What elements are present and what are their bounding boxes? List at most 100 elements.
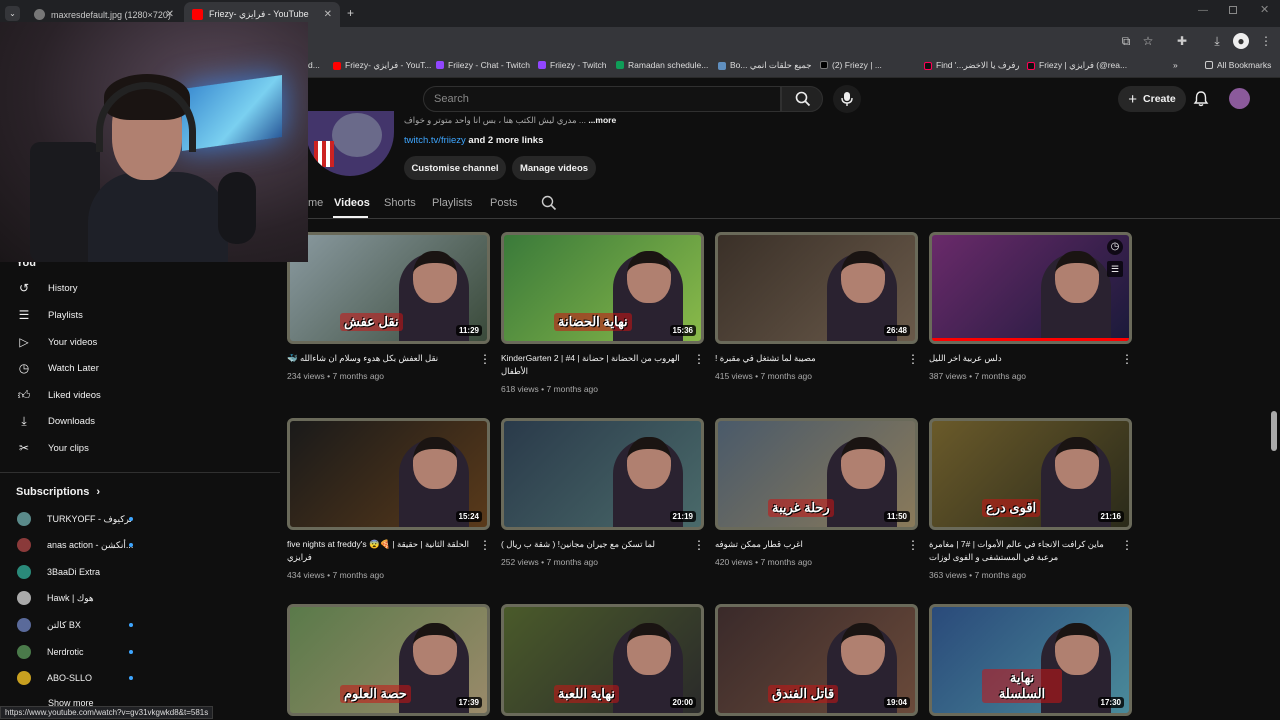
bookmark-item[interactable]: Ramadan schedule...	[616, 60, 708, 70]
video-title[interactable]: five nights at freddy's 😨🍕 | الحلقة الثا…	[287, 538, 472, 564]
tab-shorts[interactable]: Shorts	[384, 197, 416, 209]
webcam-microphone	[218, 172, 256, 244]
subscription-item[interactable]: ABO-SLLO	[0, 666, 280, 690]
more-actions-icon[interactable]: ⋮	[693, 352, 705, 366]
star-icon[interactable]: ☆	[1140, 33, 1156, 49]
profile-icon[interactable]: ●	[1233, 33, 1249, 49]
video-thumbnail[interactable]: رحلة غريبة 11:50	[715, 418, 918, 530]
sidebar-item-watch-later[interactable]: ◷ Watch Later	[0, 355, 280, 381]
minimize-icon[interactable]: —	[1198, 5, 1208, 16]
page-scrollbar[interactable]	[1271, 411, 1277, 451]
customise-channel-button[interactable]: Customise channel	[404, 156, 506, 180]
tab-playlists[interactable]: Playlists	[432, 197, 472, 209]
add-to-queue-icon[interactable]: ☰	[1107, 261, 1123, 277]
thumbnail-overlay-text: نهاية الحضانة	[554, 313, 632, 331]
sidebar-item-label: History	[48, 282, 78, 294]
bookmark-item[interactable]: Find '...رفرف يا الاخضر	[924, 60, 1019, 71]
video-thumbnail[interactable]: 21:19	[501, 418, 704, 530]
video-thumbnail[interactable]: قاتل الفندق 19:04	[715, 604, 918, 716]
sidebar-item-your-videos[interactable]: ▷ Your videos	[0, 329, 280, 355]
video-thumbnail[interactable]: اقوى درع 21:16	[929, 418, 1132, 530]
video-thumbnail[interactable]: نهاية اللعبة 20:00	[501, 604, 704, 716]
more-actions-icon[interactable]: ⋮	[1121, 352, 1133, 366]
window-close-icon[interactable]: ✕	[1260, 3, 1269, 16]
video-thumbnail[interactable]: نقل عفش 11:29	[287, 232, 490, 344]
account-avatar[interactable]	[1229, 88, 1250, 109]
twitch-link[interactable]: twitch.tv/friiezy	[404, 135, 466, 146]
bookmark-item[interactable]: Bo... جميع حلقات انمي	[718, 60, 812, 71]
sidebar-item-downloads[interactable]: ⤓ Downloads	[0, 408, 280, 434]
video-thumbnail[interactable]: ◷ ☰	[929, 232, 1132, 344]
new-tab-icon[interactable]: +	[347, 6, 354, 20]
bookmark-item[interactable]: Friezy- فرايزي - YouT...	[333, 60, 431, 71]
voice-search-button[interactable]	[833, 85, 861, 113]
close-icon[interactable]: ✕	[324, 9, 332, 20]
search-input[interactable]: Search	[423, 86, 781, 112]
tab-videos[interactable]: Videos	[334, 197, 370, 209]
video-title[interactable]: KinderGarten 2 | #4 | الهروب من الحضانة …	[501, 352, 686, 378]
bookmark-item[interactable]: (2) Friezy | ...	[820, 60, 882, 70]
subscription-item[interactable]: Nerdrotic	[0, 640, 280, 664]
thumbnail-streamer-head	[413, 251, 457, 303]
restore-icon[interactable]	[1229, 6, 1237, 14]
video-thumbnail[interactable]: نهاية السلسلة 17:30	[929, 604, 1132, 716]
bookmark-item[interactable]: Friezy | فرايزي (@rea...	[1027, 60, 1127, 71]
subscription-name: 3BaaDi Extra	[47, 567, 101, 577]
bookmark-label: Bo... جميع حلقات انمي	[730, 60, 812, 70]
menu-icon[interactable]: ⋮	[1258, 33, 1274, 49]
channel-search-icon[interactable]	[541, 195, 557, 211]
bookmark-label: Friiezy - Twitch	[550, 60, 607, 70]
search-button[interactable]	[781, 86, 823, 112]
video-thumbnail[interactable]: 26:48	[715, 232, 918, 344]
more-actions-icon[interactable]: ⋮	[479, 352, 491, 366]
more-actions-icon[interactable]: ⋮	[907, 538, 919, 552]
bookmark-item[interactable]: d...	[308, 60, 320, 70]
more-link[interactable]: ...more	[588, 115, 616, 125]
notifications-bell-icon[interactable]	[1192, 90, 1210, 108]
video-title[interactable]: ! مصيبة لما تشتغل في مقبرة	[715, 352, 900, 365]
bookmark-item[interactable]: Friiezy - Chat - Twitch	[436, 60, 530, 70]
subscription-item[interactable]: Hawk | هوك	[0, 586, 280, 610]
sidebar-item-history[interactable]: ↺ History	[0, 275, 280, 301]
subscription-item[interactable]: كالتن BX	[0, 613, 280, 637]
x-icon	[820, 61, 828, 69]
video-title[interactable]: دلس عربية اخر الليل	[929, 352, 1114, 365]
more-actions-icon[interactable]: ⋮	[479, 538, 491, 552]
tab-posts[interactable]: Posts	[490, 197, 518, 209]
channel-avatar[interactable]	[306, 111, 394, 176]
duration-badge: 17:30	[1097, 697, 1124, 708]
subscription-item[interactable]: anas action - أنكشن...	[0, 533, 280, 557]
watch-later-icon[interactable]: ◷	[1107, 239, 1123, 255]
video-title[interactable]: 🐳 نقل العفش بكل هدوء وسلام ان شاءالله	[287, 352, 472, 365]
more-actions-icon[interactable]: ⋮	[1121, 538, 1133, 552]
more-links-button[interactable]: and 2 more links	[468, 135, 543, 146]
tab-search-icon[interactable]: ⌄	[5, 6, 20, 21]
manage-videos-button[interactable]: Manage videos	[512, 156, 596, 180]
more-actions-icon[interactable]: ⋮	[907, 352, 919, 366]
sidebar-item-liked-videos[interactable]: 👍︎ Liked videos	[0, 382, 280, 408]
channel-description[interactable]: مدري ليش الكتب هنا ، بس انا واحد متوتر و…	[404, 115, 616, 126]
all-bookmarks[interactable]: All Bookmarks	[1205, 60, 1271, 70]
tab-home[interactable]: me	[308, 197, 323, 209]
subscriptions-heading[interactable]: Subscriptions ›	[16, 486, 100, 498]
subscription-item[interactable]: TURKYOFF - تركيوف	[0, 507, 280, 531]
video-title[interactable]: لما تسكن مع جيران مجانين! ( شقة ب ريال )	[501, 538, 686, 551]
create-button[interactable]: + Create	[1118, 86, 1186, 112]
subscription-item[interactable]: 3BaaDi Extra	[0, 560, 280, 584]
twitch-icon	[538, 61, 546, 69]
install-icon[interactable]: ⧉	[1118, 33, 1134, 49]
sidebar-item-label: Your videos	[48, 336, 98, 348]
sidebar-item-playlists[interactable]: ☰ Playlists	[0, 302, 280, 328]
extensions-icon[interactable]: ✚	[1174, 33, 1190, 49]
download-toolbar-icon[interactable]: ⤓	[1209, 33, 1225, 49]
bookmarks-overflow-icon[interactable]: »	[1173, 60, 1178, 70]
more-actions-icon[interactable]: ⋮	[693, 538, 705, 552]
bookmark-item[interactable]: Friiezy - Twitch	[538, 60, 607, 70]
sidebar-item-your-clips[interactable]: ✂ Your clips	[0, 435, 280, 461]
video-thumbnail[interactable]: 15:24	[287, 418, 490, 530]
video-thumbnail[interactable]: حصة العلوم 17:39	[287, 604, 490, 716]
video-title[interactable]: اغرب قطار ممكن تشوفه	[715, 538, 900, 551]
close-icon[interactable]: ✕	[166, 9, 174, 20]
video-thumbnail[interactable]: نهاية الحضانة 15:36	[501, 232, 704, 344]
video-title[interactable]: ماين كرافت الانجاء في عالم الأموات | #7 …	[929, 538, 1114, 564]
